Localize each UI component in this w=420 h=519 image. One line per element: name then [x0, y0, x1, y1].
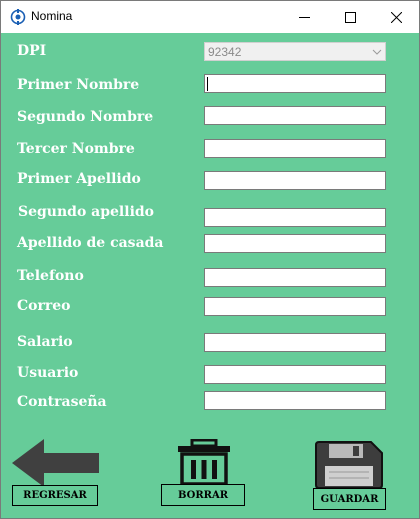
- text-cursor: [207, 77, 208, 91]
- primer-apellido-input[interactable]: [204, 171, 386, 190]
- borrar-button[interactable]: BORRAR: [161, 484, 245, 506]
- minimize-icon: [298, 16, 310, 18]
- tercer-nombre-input[interactable]: [204, 139, 386, 158]
- app-icon: [10, 9, 26, 25]
- contrasena-label: Contraseña: [17, 394, 107, 410]
- segundo-apellido-input[interactable]: [204, 208, 386, 227]
- usuario-input[interactable]: [204, 365, 386, 384]
- window-title: Nomina: [31, 9, 73, 23]
- chevron-down-icon: [372, 49, 382, 55]
- segundo-apellido-label: Segundo apellido: [18, 204, 155, 220]
- floppy-disk-icon[interactable]: [315, 441, 383, 489]
- trash-icon[interactable]: [177, 439, 231, 485]
- primer-nombre-label: Primer Nombre: [17, 77, 140, 93]
- segundo-nombre-input[interactable]: [204, 106, 386, 125]
- guardar-button[interactable]: GUARDAR: [313, 488, 386, 510]
- salario-input[interactable]: [204, 333, 386, 352]
- primer-nombre-input[interactable]: [204, 74, 386, 93]
- contrasena-input[interactable]: [204, 391, 386, 410]
- apellido-casada-input[interactable]: [204, 234, 386, 253]
- close-icon: [390, 11, 402, 23]
- dpi-value: 92342: [208, 45, 242, 59]
- maximize-icon: [344, 11, 356, 23]
- correo-label: Correo: [17, 298, 71, 314]
- apellido-casada-label: Apellido de casada: [17, 235, 164, 251]
- title-bar[interactable]: Nomina: [1, 1, 419, 33]
- tercer-nombre-label: Tercer Nombre: [17, 141, 135, 157]
- maximize-button[interactable]: [327, 1, 373, 33]
- segundo-nombre-label: Segundo Nombre: [17, 109, 154, 125]
- minimize-button[interactable]: [281, 1, 327, 33]
- dpi-combobox[interactable]: 92342: [204, 42, 386, 61]
- primer-apellido-label: Primer Apellido: [17, 171, 141, 187]
- nomina-window: Nomina DPI 92342 Primer Nombre Segundo N…: [0, 0, 420, 519]
- telefono-input[interactable]: [204, 268, 386, 287]
- arrow-left-icon[interactable]: [12, 439, 100, 487]
- telefono-label: Telefono: [17, 268, 84, 284]
- salario-label: Salario: [17, 334, 73, 350]
- dpi-label: DPI: [17, 43, 47, 59]
- regresar-button[interactable]: REGRESAR: [12, 485, 98, 506]
- close-button[interactable]: [373, 1, 419, 33]
- correo-input[interactable]: [204, 297, 386, 316]
- usuario-label: Usuario: [17, 365, 79, 381]
